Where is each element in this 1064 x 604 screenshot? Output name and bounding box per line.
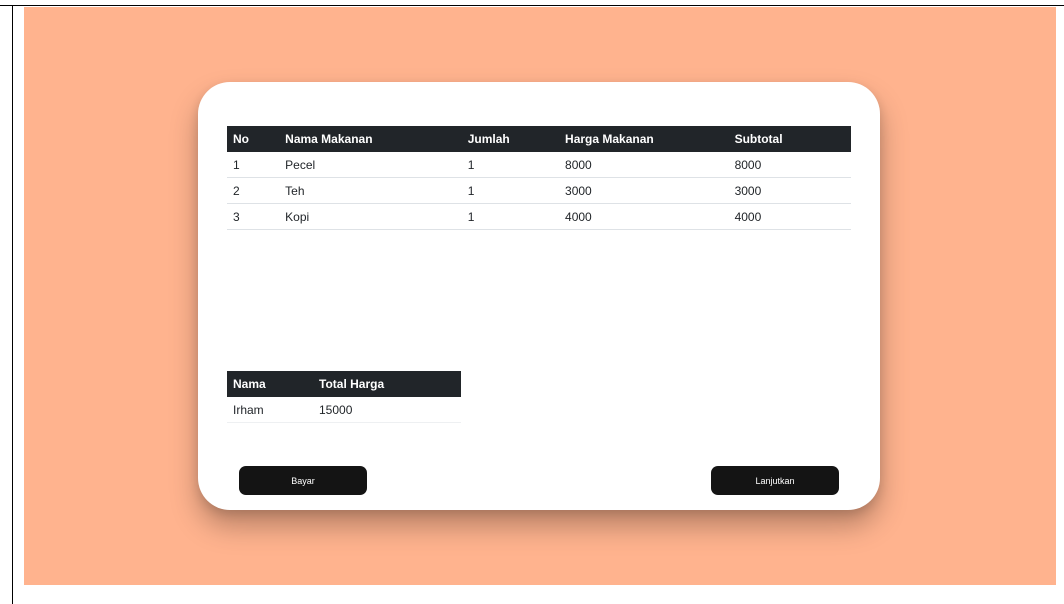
cell-no: 1: [227, 152, 280, 178]
cell-no: 3: [227, 203, 280, 230]
cell-total-harga: 15000: [313, 397, 461, 423]
column-header-total-harga: Total Harga: [313, 371, 461, 397]
cell-harga-makanan: 3000: [559, 177, 729, 204]
cell-nama: Irham: [227, 397, 313, 423]
cell-subtotal: 3000: [728, 177, 851, 204]
cell-jumlah: 1: [461, 177, 560, 204]
cell-jumlah: 1: [461, 152, 560, 178]
lanjutkan-button[interactable]: Lanjutkan: [711, 466, 839, 495]
table-row: 2 Teh 1 3000 3000: [227, 177, 851, 204]
frame-border-top: [0, 5, 1064, 6]
frame-border-left: [12, 5, 13, 604]
cell-nama-makanan: Pecel: [279, 152, 462, 178]
bayar-button[interactable]: Bayar: [239, 466, 367, 495]
order-items-table: No Nama Makanan Jumlah Harga Makanan Sub…: [227, 126, 851, 230]
order-card: No Nama Makanan Jumlah Harga Makanan Sub…: [198, 82, 880, 510]
cell-nama-makanan: Kopi: [279, 203, 462, 230]
cell-nama-makanan: Teh: [279, 177, 462, 204]
cell-harga-makanan: 4000: [559, 203, 729, 230]
cell-no: 2: [227, 177, 280, 204]
column-header-harga-makanan: Harga Makanan: [559, 126, 729, 152]
table-row: 1 Pecel 1 8000 8000: [227, 152, 851, 178]
column-header-jumlah: Jumlah: [461, 126, 560, 152]
table-row: 3 Kopi 1 4000 4000: [227, 203, 851, 230]
table-header-row: Nama Total Harga: [227, 371, 461, 397]
column-header-nama: Nama: [227, 371, 313, 397]
cell-jumlah: 1: [461, 203, 560, 230]
table-header-row: No Nama Makanan Jumlah Harga Makanan Sub…: [227, 126, 851, 152]
order-summary-table: Nama Total Harga Irham 15000: [227, 371, 461, 423]
cell-subtotal: 8000: [728, 152, 851, 178]
cell-subtotal: 4000: [728, 203, 851, 230]
table-row: Irham 15000: [227, 397, 461, 423]
column-header-no: No: [227, 126, 280, 152]
page-background: No Nama Makanan Jumlah Harga Makanan Sub…: [24, 7, 1056, 585]
cell-harga-makanan: 8000: [559, 152, 729, 178]
column-header-nama-makanan: Nama Makanan: [279, 126, 462, 152]
column-header-subtotal: Subtotal: [728, 126, 851, 152]
